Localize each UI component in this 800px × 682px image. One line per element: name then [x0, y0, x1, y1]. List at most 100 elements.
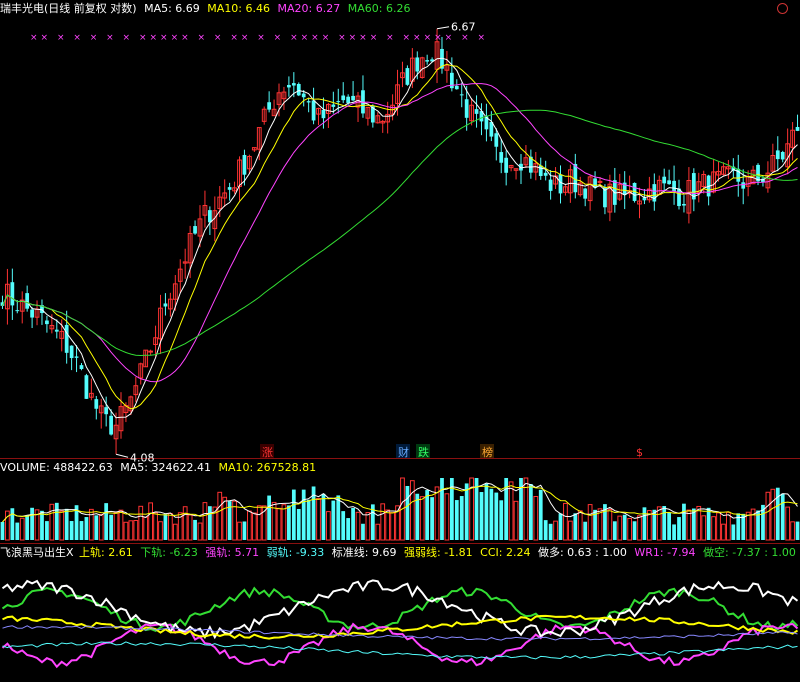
volume-bar — [380, 503, 386, 541]
volume-bar — [306, 499, 311, 540]
candle-body — [69, 345, 74, 359]
indicator-weak-line — [2, 641, 798, 660]
volume-bar — [133, 519, 139, 541]
volume-bar — [409, 480, 415, 541]
candle-body — [351, 95, 355, 101]
volume-bar — [745, 511, 751, 541]
candle-body — [474, 109, 479, 114]
candle-body — [543, 172, 548, 176]
candle-body — [104, 407, 109, 415]
ma60-line — [2, 109, 798, 357]
volume-bar — [118, 509, 124, 541]
volume-bar — [40, 510, 44, 540]
volume-bar — [143, 516, 149, 541]
candle-body — [148, 350, 153, 353]
volume-bar — [731, 524, 736, 540]
volume-bar — [711, 516, 716, 541]
volume-bar — [440, 478, 444, 540]
volume-bar — [361, 523, 365, 540]
volume-bar — [30, 507, 34, 540]
volume-bar — [567, 520, 573, 541]
candle-body — [291, 83, 296, 86]
volume-bar — [642, 507, 647, 540]
volume-bar — [444, 493, 450, 541]
candle-body — [321, 109, 326, 119]
candle-body — [109, 415, 113, 435]
candle-body — [677, 188, 681, 207]
volume-bar — [479, 492, 484, 540]
candle-body — [558, 174, 563, 194]
volume-bar — [454, 500, 459, 540]
volume-bar — [706, 507, 711, 540]
volume-bar — [123, 521, 129, 541]
volume-bar — [701, 515, 707, 541]
candle-body — [79, 365, 84, 370]
volume-bar — [464, 483, 469, 540]
volume-bar — [686, 509, 692, 541]
volume-bar — [341, 511, 346, 540]
candle-body — [494, 133, 499, 147]
candle-body — [573, 163, 578, 193]
volume-bar — [54, 502, 59, 540]
event-label: $ — [636, 446, 643, 459]
candle-body — [267, 102, 272, 110]
volume-bar — [193, 519, 197, 540]
low-pointer — [115, 453, 129, 458]
volume-bar — [558, 513, 563, 540]
volume-bar — [281, 504, 287, 541]
volume-bar — [538, 489, 543, 540]
volume-bar — [84, 517, 89, 540]
volume-bar — [45, 521, 49, 540]
volume-bar — [390, 512, 395, 541]
volume-bar — [167, 512, 173, 541]
volume-bar — [291, 489, 296, 540]
volume-bar — [316, 497, 321, 541]
event-label: 榜 — [482, 445, 493, 459]
volume-bar — [19, 517, 25, 541]
volume-bar — [69, 521, 74, 540]
candle-body — [306, 101, 311, 103]
volume-bar — [587, 504, 593, 541]
volume-bar — [365, 512, 371, 541]
event-label: 跌 — [418, 445, 429, 459]
volume-bar — [508, 481, 514, 541]
volume-bar — [430, 497, 434, 540]
candle-body — [15, 310, 20, 312]
candle-body — [405, 68, 410, 85]
candle-body — [331, 104, 336, 107]
candle-body — [504, 157, 509, 173]
volume-bar — [548, 523, 553, 540]
volume-bar — [375, 523, 381, 541]
volume-bar — [148, 502, 153, 541]
candle-body — [346, 96, 351, 103]
candle-body — [583, 188, 588, 199]
candle-body — [538, 165, 543, 177]
candle-body — [667, 180, 672, 185]
volume-bar — [326, 511, 331, 541]
volume-bar — [172, 523, 178, 541]
volume-bar — [434, 486, 440, 541]
volume-bar — [128, 520, 134, 541]
volume-bar — [489, 488, 494, 540]
candle-body — [64, 324, 69, 353]
volume-bar — [528, 484, 533, 540]
volume-bar — [276, 507, 282, 541]
volume-bar — [336, 495, 341, 540]
top-markers: ×× × × × × × ××××× × × ×× × × ×××× ×××× … — [30, 33, 488, 43]
volume-bar — [667, 512, 672, 540]
volume-bar — [321, 493, 326, 540]
candle-body — [74, 356, 79, 358]
volume-bar — [202, 502, 208, 541]
volume-bar — [637, 515, 642, 541]
volume-bar — [617, 515, 623, 541]
volume-ma10-line — [2, 485, 798, 523]
volume-bar — [795, 521, 800, 540]
candle-body — [193, 226, 197, 234]
candle-body — [301, 93, 306, 98]
volume-bar — [612, 521, 617, 540]
volume-bar — [25, 515, 30, 540]
kline-chart[interactable]: 6.67 4.08 ×× × × × × × ××××× × × ×× × × ××… — [0, 0, 800, 682]
volume-bar — [355, 511, 361, 541]
volume-bar — [59, 510, 65, 541]
volume-bar — [301, 489, 306, 540]
